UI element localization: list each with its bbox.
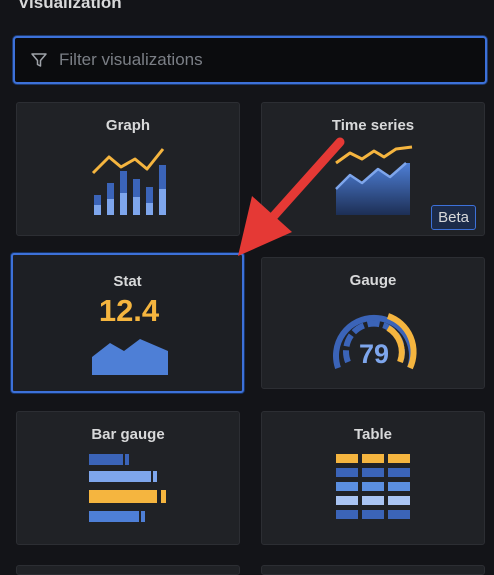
viz-card-bar-gauge[interactable]: Bar gauge xyxy=(16,411,240,545)
viz-card-next-row-left[interactable] xyxy=(16,565,240,575)
viz-card-label: Gauge xyxy=(349,272,397,289)
viz-card-table[interactable]: Table xyxy=(261,411,485,545)
gauge-value: 79 xyxy=(359,339,389,369)
filter-input[interactable] xyxy=(57,49,485,71)
viz-card-time-series[interactable]: Time series Beta xyxy=(261,102,485,236)
viz-card-gauge[interactable]: Gauge 79 xyxy=(261,257,485,389)
table-icon xyxy=(336,454,410,519)
gauge-icon: 79 xyxy=(333,313,417,370)
viz-card-stat[interactable]: Stat 12.4 xyxy=(11,253,244,393)
filter-visualizations-field[interactable] xyxy=(13,36,487,84)
viz-card-next-row-right[interactable] xyxy=(261,565,485,575)
bar-gauge-icon xyxy=(89,454,166,522)
graph-icon xyxy=(91,148,166,215)
filter-icon xyxy=(31,53,47,67)
stat-value: 12.4 xyxy=(99,293,160,328)
viz-card-graph[interactable]: Graph xyxy=(16,102,240,236)
viz-card-label: Graph xyxy=(105,117,151,134)
stat-icon: 12.4 xyxy=(92,293,168,375)
beta-badge: Beta xyxy=(431,205,476,230)
viz-card-label: Table xyxy=(353,426,393,443)
viz-card-label: Time series xyxy=(331,117,415,134)
viz-card-label: Bar gauge xyxy=(91,426,165,443)
time-series-icon xyxy=(335,145,413,215)
panel-title: Visualization xyxy=(18,0,122,12)
viz-card-label: Stat xyxy=(113,273,142,290)
